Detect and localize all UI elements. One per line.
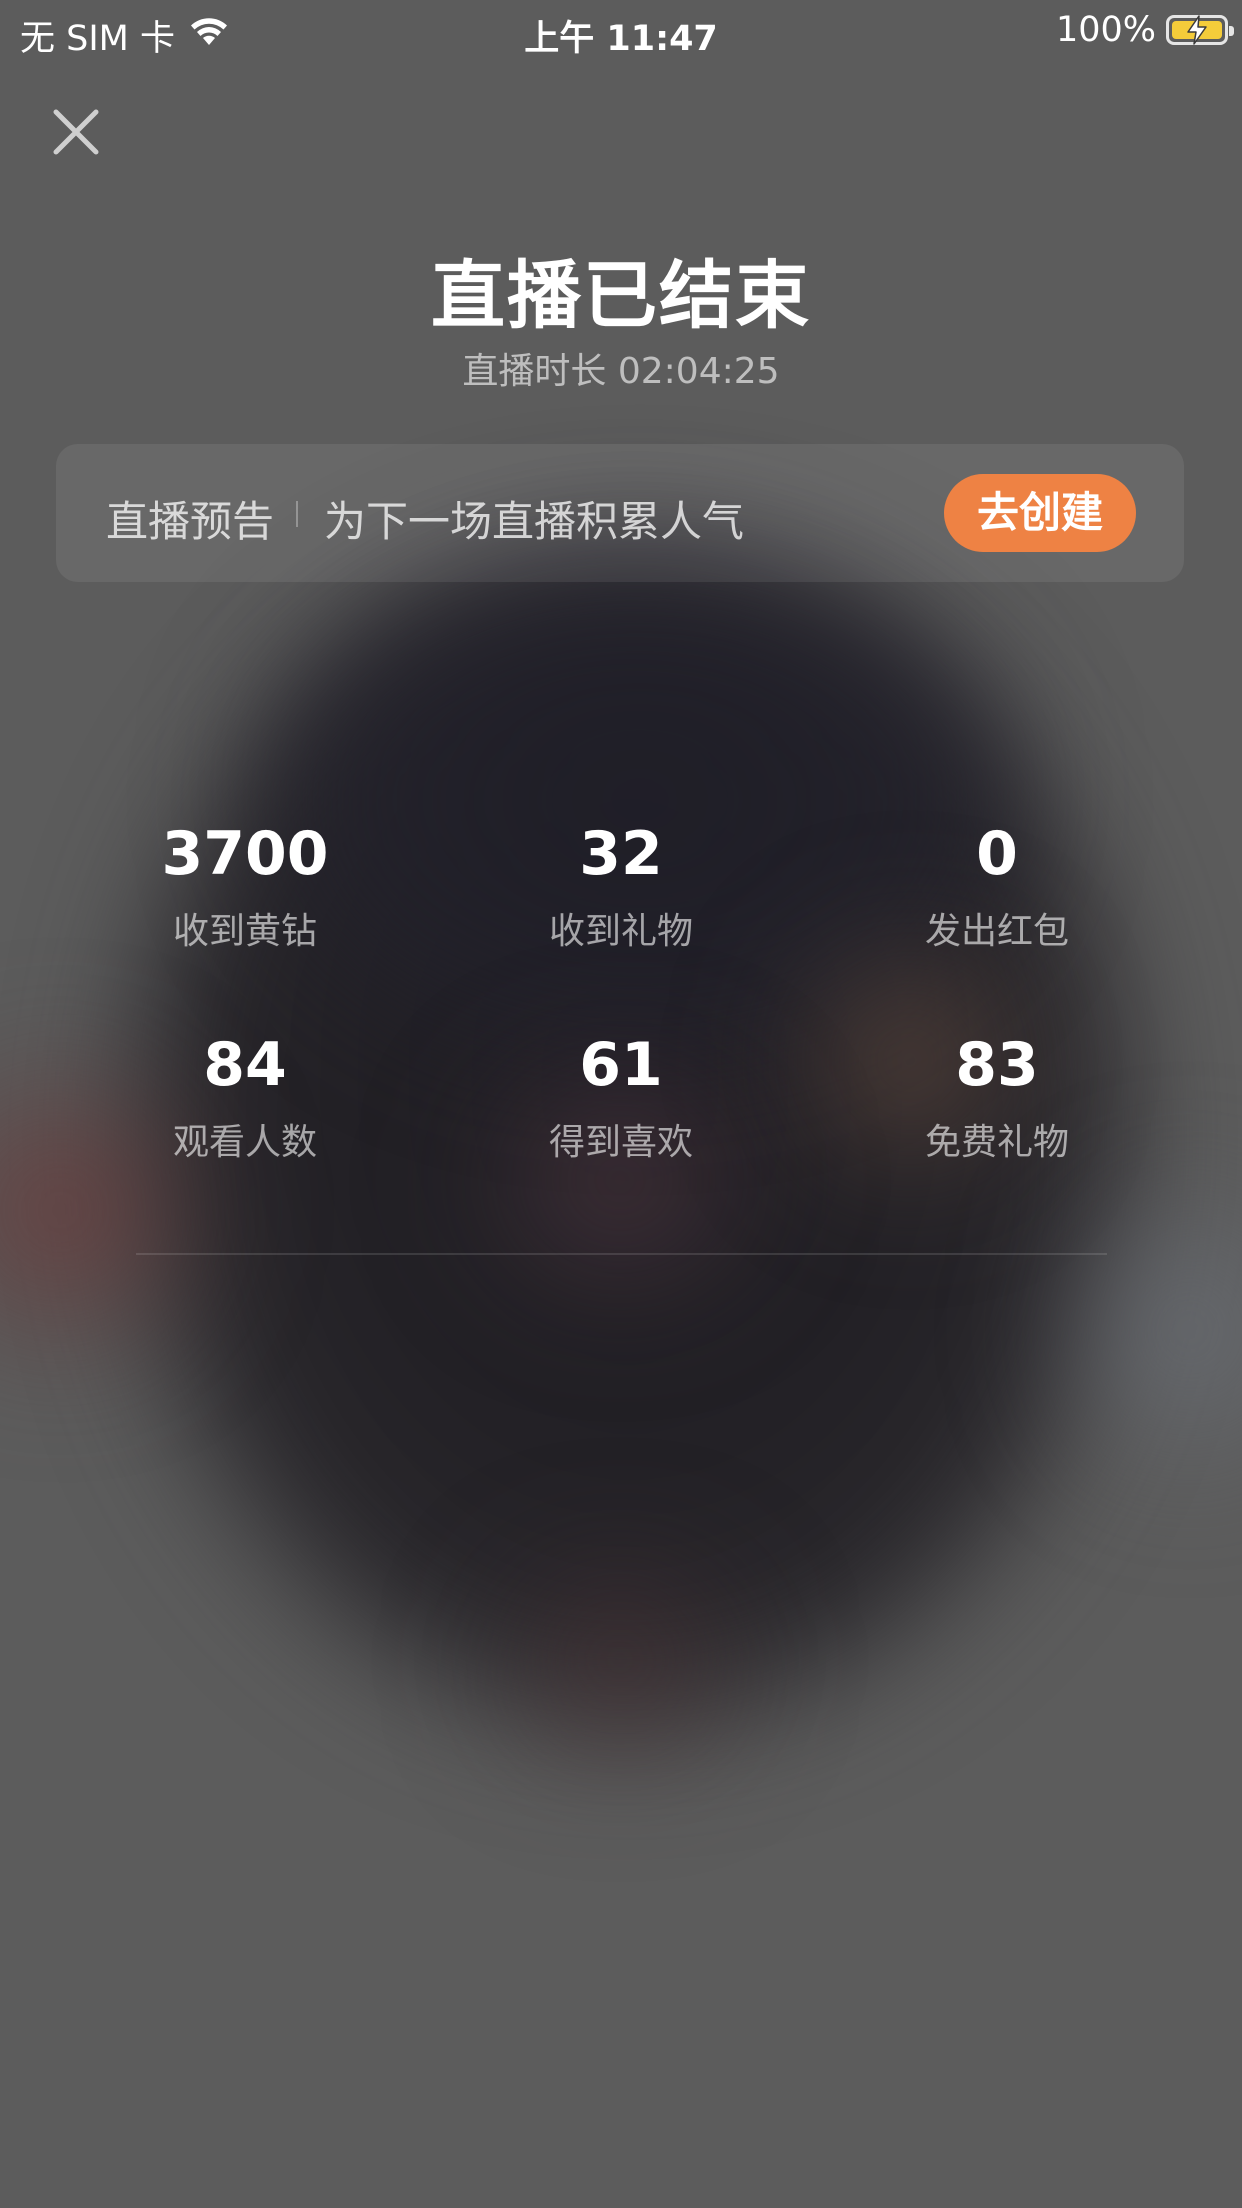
- stat-yellow-diamonds: 3700 收到黄钻: [57, 812, 433, 954]
- stat-label: 发出红包: [924, 911, 1069, 952]
- close-button[interactable]: [48, 104, 104, 160]
- status-right: 100%: [1055, 10, 1234, 50]
- battery-percent: 100%: [1055, 10, 1156, 50]
- preview-label: 直播预告: [106, 497, 275, 546]
- stat-label: 观看人数: [172, 1122, 317, 1163]
- stat-value: 32: [579, 819, 663, 889]
- stat-gifts-received: 32 收到礼物: [433, 812, 809, 954]
- page-title: 直播已结束: [431, 253, 811, 339]
- stat-free-gifts: 83 免费礼物: [809, 1023, 1185, 1165]
- stat-red-packets-sent: 0 发出红包: [809, 812, 1185, 954]
- live-preview-card[interactable]: 直播预告 为下一场直播积累人气 去创建: [56, 444, 1184, 582]
- stat-label: 收到黄钻: [172, 911, 317, 952]
- preview-divider: [296, 501, 298, 527]
- stat-value: 83: [955, 1030, 1039, 1100]
- stats-divider: [136, 1253, 1107, 1255]
- stat-label: 收到礼物: [548, 911, 693, 952]
- close-icon: [53, 109, 99, 155]
- battery-charging-icon: [1166, 15, 1234, 45]
- stat-value: 61: [579, 1030, 663, 1100]
- stat-viewers: 84 观看人数: [57, 1023, 433, 1165]
- stat-likes: 61 得到喜欢: [433, 1023, 809, 1165]
- create-preview-button[interactable]: 去创建: [944, 474, 1136, 552]
- stat-value: 84: [203, 1030, 287, 1100]
- stat-label: 得到喜欢: [548, 1122, 693, 1163]
- preview-description: 为下一场直播积累人气: [324, 497, 745, 546]
- live-duration: 直播时长 02:04:25: [462, 351, 780, 392]
- stat-label: 免费礼物: [924, 1122, 1069, 1163]
- status-bar: 无 SIM 卡 上午 11:47 100%: [0, 0, 1242, 62]
- stat-value: 0: [976, 819, 1018, 889]
- stat-value: 3700: [161, 819, 329, 889]
